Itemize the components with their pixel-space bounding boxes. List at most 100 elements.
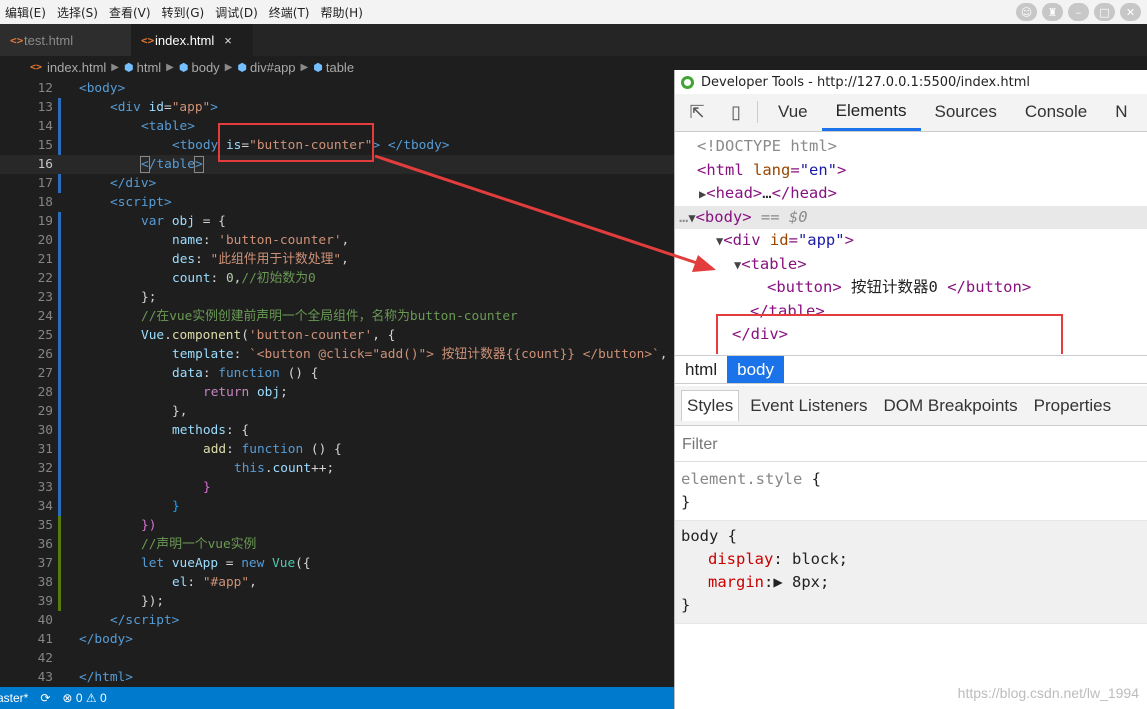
code-line: 41 </body> <box>37 632 133 647</box>
chevron-right-icon: ▶ <box>166 62 174 73</box>
tab-properties[interactable]: Properties <box>1029 391 1116 421</box>
error-count: 0 <box>75 691 83 705</box>
tab-network[interactable]: N <box>1101 93 1141 131</box>
dom-breadcrumbs: html body <box>675 355 1147 384</box>
maximize-icon[interactable]: □ <box>1094 3 1115 21</box>
tab-console[interactable]: Console <box>1011 93 1101 131</box>
inspect-element-icon[interactable]: ⇱ <box>675 93 719 131</box>
dom-tree[interactable]: <!DOCTYPE html> <html lang="en"> ▶<head>… <box>675 132 1147 354</box>
rule-body[interactable]: body { display: block; margin:▶ 8px; } <box>675 521 1147 624</box>
menu-view[interactable]: 查看(V) <box>104 4 157 21</box>
tab-index-html[interactable]: <> index.html × <box>131 24 253 56</box>
close-tab-icon[interactable]: × <box>224 33 232 48</box>
editor-tab-bar: <> test.html <> index.html × <box>0 24 1147 56</box>
dom-crumb-body[interactable]: body <box>727 356 784 383</box>
collapse-triangle-icon[interactable]: ▼ <box>688 211 695 225</box>
rule-element-style[interactable]: element.style { } <box>675 464 1147 521</box>
chevron-right-icon: ▶ <box>111 62 119 73</box>
sync-icon[interactable]: ⟳ <box>40 691 50 705</box>
tab-event-listeners[interactable]: Event Listeners <box>745 391 872 421</box>
expand-triangle-icon[interactable]: ▶ <box>773 573 792 591</box>
html-file-icon: <> <box>30 62 43 73</box>
code-line: 20 name: 'button-counter', <box>37 233 350 248</box>
code-line: 42 <box>37 651 53 666</box>
dom-node-div-app[interactable]: ▼<div id="app"> <box>675 229 1147 253</box>
dom-node-table-close[interactable]: </table> <box>675 300 1147 324</box>
breadcrumb-label: html <box>136 60 162 75</box>
tab-styles[interactable]: Styles <box>681 390 740 421</box>
watermark: https://blog.csdn.net/lw_1994 <box>957 685 1139 701</box>
browser-logo-icon <box>681 75 694 89</box>
menu-help[interactable]: 帮助(H) <box>316 4 369 21</box>
dom-node-body-selected[interactable]: …▼<body> == $0 <box>675 205 1147 229</box>
tab-label: index.html <box>155 32 215 48</box>
breadcrumb-item-table[interactable]: ⬢ table <box>313 60 354 75</box>
breadcrumb-item-file[interactable]: <> index.html <box>30 60 106 75</box>
breadcrumb-label: body <box>191 60 220 75</box>
tab-vue[interactable]: Vue <box>764 93 822 131</box>
breadcrumb-item-body[interactable]: ⬢ body <box>179 60 220 75</box>
status-bar: aster* ⟳ ⊗ 0 ⚠ 0 <box>0 687 680 709</box>
shirt-icon[interactable]: ♜ <box>1042 3 1063 21</box>
dom-node-table[interactable]: ▼<table> <box>675 253 1147 277</box>
code-line: 35}) <box>37 518 157 533</box>
code-line: 43 </html> <box>37 670 133 685</box>
tab-dom-breakpoints[interactable]: DOM Breakpoints <box>878 391 1022 421</box>
window-controls: ☺ ♜ – □ ✕ <box>1016 3 1141 21</box>
dom-node-head[interactable]: ▶<head>…</head> <box>675 182 1147 206</box>
css-property[interactable]: margin:▶ 8px; <box>681 571 1142 594</box>
git-branch[interactable]: aster* <box>0 691 28 705</box>
warning-count: 0 <box>99 691 107 705</box>
menu-terminal[interactable]: 终端(T) <box>264 4 316 21</box>
breadcrumb: <> index.html ▶ ⬢ html ▶ ⬢ body ▶ ⬢ div#app … <box>0 56 680 79</box>
styles-filter-input[interactable]: Filter <box>675 428 1147 462</box>
menu-selection[interactable]: 选择(S) <box>52 4 104 21</box>
problems-indicator[interactable]: ⊗ 0 ⚠ 0 <box>62 691 106 705</box>
warning-icon: ⚠ <box>85 691 97 705</box>
code-line: 26 template: `<button @click="add()"> 按钮计… <box>37 347 668 362</box>
element-icon: ⬢ <box>237 62 247 74</box>
dom-node-button[interactable]: <button> 按钮计数器0 </button> <box>675 276 1147 300</box>
code-line: 13 <div id="app"> <box>37 100 218 115</box>
code-line: 33} <box>37 480 211 495</box>
more-icon[interactable]: … <box>679 208 688 226</box>
device-toolbar-icon[interactable]: ▯ <box>719 93 753 131</box>
code-line: 39}); <box>37 594 165 609</box>
tab-sources[interactable]: Sources <box>921 93 1011 131</box>
dom-crumb-html[interactable]: html <box>675 356 727 383</box>
dom-node-doctype[interactable]: <!DOCTYPE html> <box>675 135 1147 159</box>
html-file-icon: <> <box>141 33 155 47</box>
code-line: 17 </div> <box>37 176 157 191</box>
chevron-right-icon: ▶ <box>300 62 309 73</box>
devtools-window: Developer Tools - http://127.0.0.1:5500/… <box>674 70 1147 709</box>
breadcrumb-label: table <box>325 60 355 75</box>
minimize-icon[interactable]: – <box>1068 3 1089 21</box>
menu-go[interactable]: 转到(G) <box>157 4 211 21</box>
code-line: 19 var obj = { <box>37 214 226 229</box>
devtools-title-bar: Developer Tools - http://127.0.0.1:5500/… <box>675 70 1147 94</box>
code-editor[interactable]: 12 <body> 13 <div id="app"> 14 <table> 15 <t… <box>0 79 680 687</box>
tab-elements[interactable]: Elements <box>821 93 921 131</box>
code-line: 15 <tbody is="button-counter"> </tbody> <box>37 138 450 153</box>
code-line: 40 </script> <box>37 613 180 628</box>
code-line: 18 <script> <box>37 195 172 210</box>
divider <box>757 101 758 123</box>
devtools-title: Developer Tools - http://127.0.0.1:5500/… <box>701 74 1030 90</box>
menu-debug[interactable]: 调试(D) <box>210 4 264 21</box>
code-line: 23}; <box>37 290 157 305</box>
feedback-icon[interactable]: ☺ <box>1016 3 1037 21</box>
close-icon[interactable]: ✕ <box>1120 3 1141 21</box>
menu-edit[interactable]: 编辑(E) <box>0 4 52 21</box>
dom-node-html[interactable]: <html lang="en"> <box>675 159 1147 183</box>
code-line: 30 methods: { <box>37 423 250 438</box>
breadcrumb-item-div[interactable]: ⬢ div#app <box>237 60 295 75</box>
code-line: 21 des: "此组件用于计数处理", <box>37 252 349 267</box>
html-file-icon: <> <box>10 33 24 47</box>
dom-node-div-close[interactable]: </div> <box>675 323 1147 347</box>
chevron-right-icon: ▶ <box>224 62 233 73</box>
tab-test-html[interactable]: <> test.html <box>0 24 131 56</box>
css-property[interactable]: display: block; <box>681 548 1142 571</box>
code-line: 25 Vue.component('button-counter', { <box>37 328 396 343</box>
code-line: 34} <box>37 499 180 514</box>
breadcrumb-item-html[interactable]: ⬢ html <box>124 60 161 75</box>
